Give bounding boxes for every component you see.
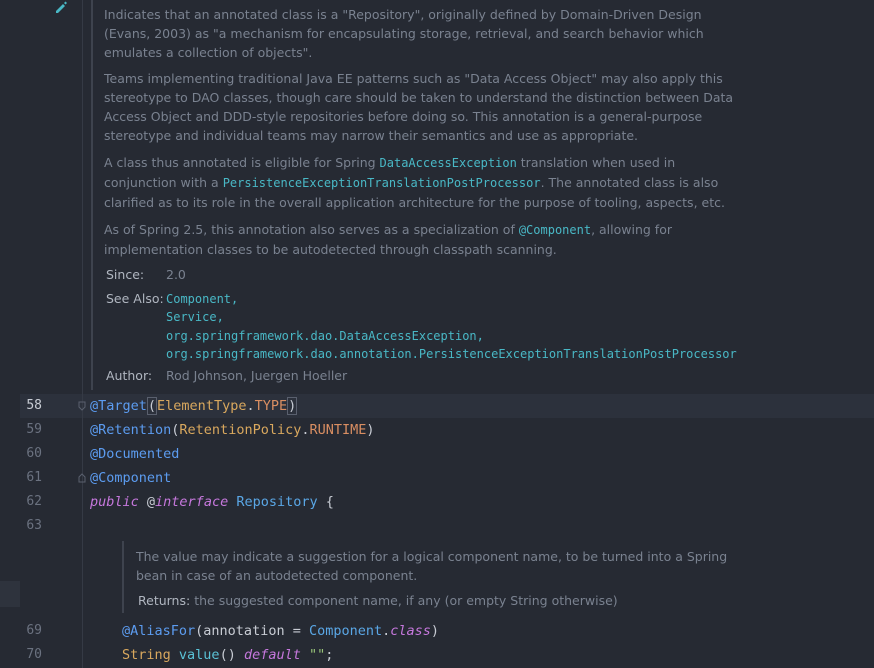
doc-paragraph: Teams implementing traditional Java EE p… — [104, 71, 734, 143]
annotation-token: @AliasFor — [122, 623, 196, 639]
line-number: 69 — [26, 623, 42, 638]
gutter-highlight — [0, 581, 20, 607]
type-token: String — [122, 647, 171, 663]
author-label: Author: — [106, 368, 153, 383]
doc-author: Author: Rod Johnson, Juergen Hoeller — [106, 366, 347, 385]
doc-since: Since: 2.0 — [106, 265, 186, 284]
method-token: value — [178, 647, 220, 663]
javadoc-rendered: Indicates that an annotated class is a "… — [104, 5, 734, 259]
doc-border — [122, 541, 124, 613]
see-also-label: See Also: — [106, 291, 164, 306]
annotation-token: @Target — [90, 398, 147, 414]
line-number: 58 — [26, 398, 42, 413]
doc-link[interactable]: PersistenceExceptionTranslationPostProce… — [223, 176, 541, 190]
keyword-token: public — [90, 494, 139, 510]
bracket-token: ) — [366, 422, 375, 438]
doc-paragraph: As of Spring 2.5, this annotation also s… — [104, 220, 734, 259]
see-also-link[interactable]: org.springframework.dao.annotation.Persi… — [166, 347, 737, 361]
see-also-link[interactable]: org.springframework.dao.DataAccessExcept… — [166, 329, 484, 343]
code-line-61[interactable]: @Component — [90, 466, 171, 490]
code-line-62[interactable]: public @interface Repository { — [90, 490, 334, 514]
semicolon-token: ; — [325, 647, 334, 663]
line-number: 60 — [26, 446, 42, 461]
line-number: 63 — [26, 518, 42, 533]
class-token: ElementType — [157, 398, 247, 414]
annotation-token: @Component — [90, 470, 172, 486]
annotation-token: @Documented — [90, 446, 180, 462]
constant-token: TYPE — [254, 398, 288, 414]
string-token: "" — [309, 647, 326, 663]
author-value: Rod Johnson, Juergen Hoeller — [166, 368, 348, 383]
returns-label: Returns: — [138, 593, 191, 608]
gutter — [0, 0, 76, 668]
doc-link[interactable]: @Component — [519, 223, 591, 237]
doc-border — [91, 0, 93, 390]
see-also-link[interactable]: Service, — [166, 310, 224, 324]
fold-guide — [82, 0, 83, 668]
bracket-token: ) — [287, 397, 298, 415]
param-token: annotation = — [203, 623, 309, 639]
class-token: Component — [308, 623, 383, 639]
class-token: RetentionPolicy — [179, 422, 302, 438]
doc-see-also: See Also: — [106, 289, 166, 308]
since-label: Since: — [106, 267, 145, 282]
doc-paragraph: Indicates that an annotated class is a "… — [104, 7, 704, 60]
javadoc-value: The value may indicate a suggestion for … — [136, 547, 756, 585]
bracket-token: ( — [146, 397, 158, 415]
since-value: 2.0 — [166, 267, 186, 282]
interface-name-token: Repository — [236, 494, 318, 510]
fold-icon[interactable] — [77, 401, 87, 411]
line-number: 59 — [26, 422, 42, 437]
code-line-69[interactable]: @AliasFor(annotation = Component.class) — [122, 619, 439, 643]
see-also-link[interactable]: Component, — [166, 292, 238, 306]
brace-token: { — [317, 494, 334, 510]
bracket-token: ) — [430, 623, 440, 639]
fold-icon[interactable] — [77, 473, 87, 483]
at-token: @ — [138, 494, 156, 510]
keyword-token: interface — [155, 494, 229, 510]
line-number: 62 — [26, 494, 42, 509]
returns-value: the suggested component name, if any (or… — [194, 593, 618, 608]
doc-link[interactable]: DataAccessException — [380, 156, 517, 170]
line-number: 61 — [26, 470, 42, 485]
constant-token: RUNTIME — [309, 422, 367, 438]
line-number: 70 — [26, 647, 42, 662]
doc-returns: Returns: the suggested component name, i… — [138, 591, 618, 610]
doc-paragraph: The value may indicate a suggestion for … — [136, 549, 728, 583]
code-line-58[interactable]: @Target(ElementType.TYPE) — [90, 394, 298, 418]
keyword-token: default — [243, 647, 301, 663]
code-line-59[interactable]: @Retention(RetentionPolicy.RUNTIME) — [90, 418, 375, 442]
doc-paragraph: A class thus annotated is eligible for S… — [104, 153, 734, 212]
paren-token: () — [219, 647, 244, 663]
annotation-token: @Retention — [90, 422, 172, 438]
code-line-60[interactable]: @Documented — [90, 442, 179, 466]
doc-text: As of Spring 2.5, this annotation also s… — [104, 222, 519, 237]
see-also-list: Component, Service, org.springframework.… — [166, 290, 737, 363]
doc-text: A class thus annotated is eligible for S… — [104, 155, 380, 170]
keyword-token: class — [390, 623, 431, 639]
pencil-icon[interactable] — [54, 0, 68, 14]
dot-token: . — [246, 398, 255, 414]
code-line-70[interactable]: String value() default ""; — [122, 643, 333, 667]
